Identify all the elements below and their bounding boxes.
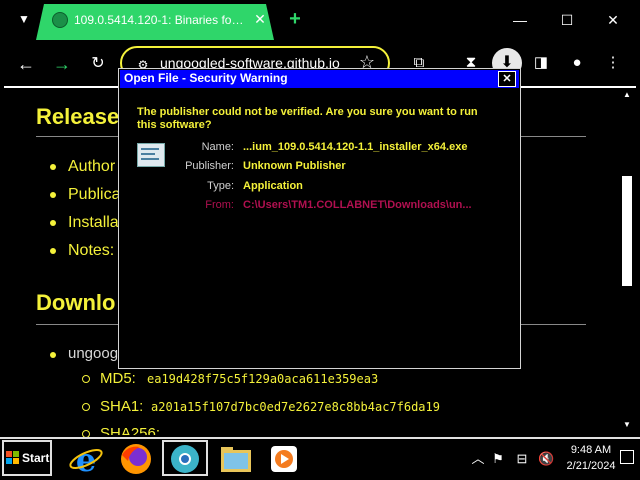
- release-item-author: Author: [68, 158, 116, 175]
- new-tab-button[interactable]: +: [285, 9, 305, 29]
- dialog-warning-text: The publisher could not be verified. Are…: [137, 106, 478, 131]
- sha256-label: SHA256:: [100, 425, 161, 435]
- dialog-close-button[interactable]: ✕: [498, 71, 516, 87]
- chromium-icon[interactable]: [167, 441, 203, 477]
- scroll-down-icon[interactable]: ▼: [621, 420, 633, 430]
- clock-date[interactable]: 2/21/2024: [562, 460, 620, 472]
- tab-close-icon[interactable]: ✕: [252, 11, 268, 27]
- release-item-installation[interactable]: Installa: [68, 214, 119, 232]
- volume-muted-icon[interactable]: 🔇: [538, 451, 554, 467]
- type-value: Application: [243, 180, 303, 192]
- publisher-label: Publisher:: [185, 160, 234, 172]
- publisher-value: Unknown Publisher: [243, 160, 346, 172]
- file-explorer-icon[interactable]: [218, 441, 254, 477]
- bullet-icon: [50, 248, 56, 254]
- maximize-button[interactable]: ☐: [555, 8, 579, 32]
- release-item-notes: Notes:: [68, 242, 115, 259]
- tab-favicon-icon: [52, 12, 68, 28]
- bullet-icon: [50, 352, 56, 358]
- menu-kebab-icon[interactable]: ⋮: [602, 52, 624, 74]
- md5-value: ea19d428f75c5f129a0aca611e359ea3: [147, 372, 379, 386]
- back-button[interactable]: ←: [14, 52, 38, 76]
- firefox-icon[interactable]: [118, 441, 154, 477]
- from-label: From:: [205, 199, 234, 211]
- dialog-title: Open File - Security Warning: [124, 71, 288, 85]
- reload-button[interactable]: ↻: [86, 52, 110, 76]
- name-value: ...ium_109.0.5414.120-1.1_installer_x64.…: [243, 141, 468, 153]
- minimize-button[interactable]: —: [508, 8, 532, 32]
- forward-button[interactable]: →: [50, 52, 74, 76]
- md5-label: MD5:: [100, 370, 136, 387]
- type-label: Type:: [207, 180, 234, 192]
- clock-time[interactable]: 9:48 AM: [566, 444, 616, 456]
- download-item-link[interactable]: ungoog: [68, 345, 118, 362]
- internet-explorer-icon[interactable]: e: [68, 441, 104, 477]
- svg-text:e: e: [76, 441, 96, 477]
- scroll-up-icon[interactable]: ▲: [621, 90, 633, 100]
- sha1-label: SHA1:: [100, 398, 144, 415]
- from-value: C:\Users\TM1.COLLABNET\Downloads\un...: [243, 199, 472, 211]
- tray-expand-icon[interactable]: ︿: [470, 451, 486, 467]
- flag-icon[interactable]: ⚑: [490, 451, 506, 467]
- profile-icon[interactable]: ●: [566, 52, 588, 74]
- release-item-publication: Publica: [68, 186, 121, 203]
- sha1-value: a201a15f107d7bc0ed7e2627e8c8bb4ac7f6da19: [151, 400, 440, 414]
- media-player-icon[interactable]: [266, 441, 302, 477]
- circle-bullet-icon: [82, 403, 90, 411]
- sidepanel-icon[interactable]: ◨: [530, 52, 552, 74]
- close-window-button[interactable]: ✕: [601, 8, 625, 32]
- application-file-icon: [137, 143, 165, 167]
- circle-bullet-icon: [82, 375, 90, 383]
- start-label: Start: [22, 451, 50, 465]
- notification-icon[interactable]: [620, 450, 634, 464]
- network-icon[interactable]: ⊟: [514, 451, 530, 467]
- tab-search-chevron-icon[interactable]: ▼: [14, 12, 34, 30]
- windows-logo-icon: [6, 451, 19, 464]
- release-heading: Release: [36, 104, 120, 129]
- download-heading: Downlo: [36, 290, 116, 315]
- bullet-icon: [50, 220, 56, 226]
- tab-title: 109.0.5414.120-1: Binaries for Wi: [74, 13, 244, 27]
- bullet-icon: [50, 164, 56, 170]
- name-label: Name:: [201, 141, 234, 153]
- bullet-icon: [50, 192, 56, 198]
- scroll-thumb[interactable]: [622, 176, 632, 286]
